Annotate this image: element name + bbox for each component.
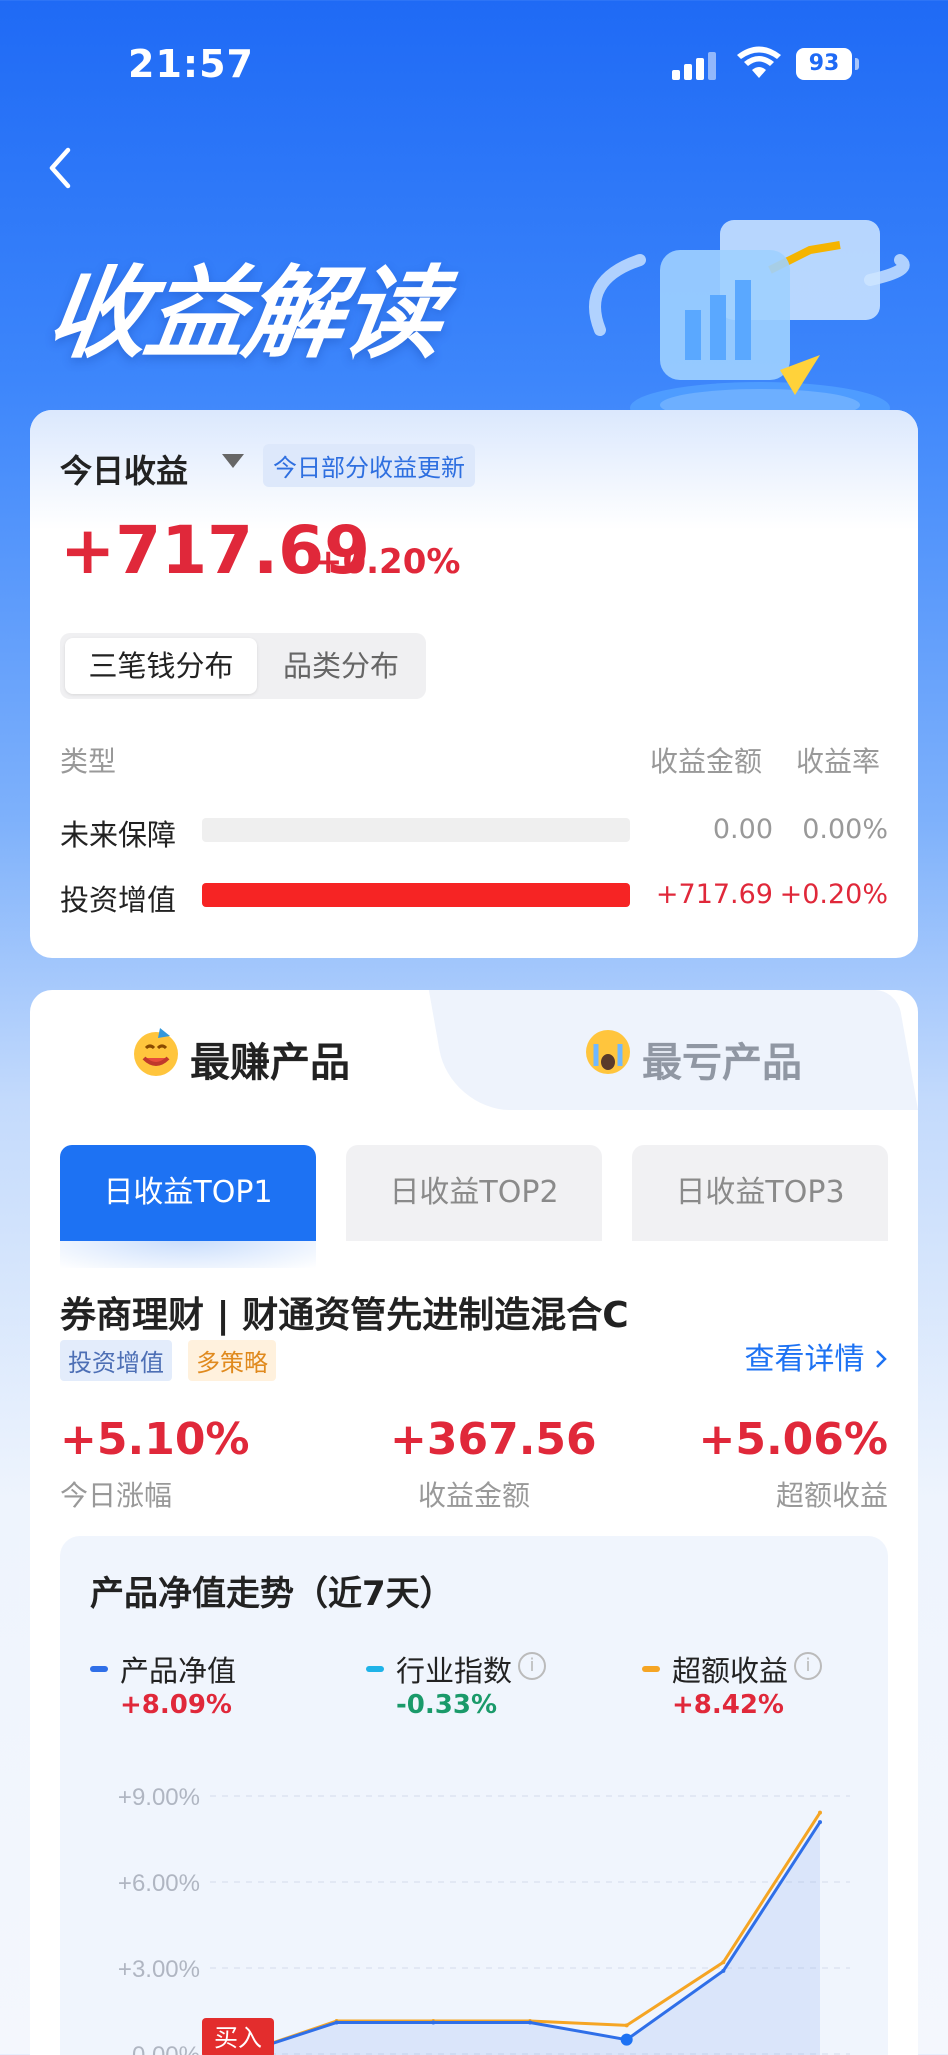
row-rate-future-protection: 0.00% [802,814,888,845]
highlight-point [620,2033,633,2046]
legend-excess-return-value: +8.42% [672,1690,784,1720]
segment-three-funds[interactable]: 三笔钱分布 [65,638,257,694]
view-details-label: 查看详情 [744,1342,865,1377]
today-earnings-rate: +0.20% [314,542,461,582]
data-point [721,1968,726,1973]
legend-product-nav-value: +8.09% [120,1690,232,1720]
stat-earnings-amount: +367.56 [390,1414,597,1465]
bar-investment-growth [202,883,630,907]
data-point [528,2020,532,2025]
legend-excess-return-name: 超额收益 [672,1654,789,1688]
wifi-icon [737,46,781,78]
view-details-link[interactable]: 查看详情 [744,1334,888,1378]
stat-today-change-label: 今日涨幅 [60,1479,173,1512]
excess-return-info-icon[interactable]: i [794,1652,822,1680]
party-face-icon [134,1028,178,1076]
y-tick-label: +9.00% [118,1784,200,1811]
stat-excess-return: +5.06% [698,1414,888,1465]
column-header-type: 类型 [60,745,117,778]
column-header-amount: 收益金额 [650,745,763,778]
row-amount-investment-growth: +717.69 [655,879,773,910]
chart-title: 产品净值走势（近7天） [90,1574,454,1614]
status-time: 21:57 [128,42,254,86]
row-label-investment-growth: 投资增值 [60,883,177,917]
status-bar: 21:57 93 [0,0,948,130]
y-tick-label: +3.00% [118,1956,200,1983]
y-tick-label: +6.00% [118,1870,200,1897]
top3-button[interactable]: 日收益TOP3 [632,1145,888,1241]
nav-trend-chart-card: 产品净值走势（近7天） 产品净值 +8.09% 行业指数 -0.33% i 超额… [60,1536,888,2055]
legend-industry-index-name: 行业指数 [396,1654,513,1688]
segment-category[interactable]: 品类分布 [260,638,422,694]
data-point [818,1810,822,1815]
crying-face-icon [586,1030,630,1074]
battery-indicator: 93 [796,48,859,80]
row-rate-investment-growth: +0.20% [779,879,888,910]
tab-best-product-label: 最赚产品 [190,1040,350,1086]
cellular-signal-icon [672,52,720,80]
update-badge: 今日部分收益更新 [263,444,475,487]
stat-excess-return-label: 超额收益 [775,1479,888,1512]
data-point [431,2020,436,2025]
industry-index-info-icon[interactable]: i [518,1652,546,1680]
top1-button[interactable]: 日收益TOP1 [60,1145,316,1241]
nav-trend-chart: +9.00% +6.00% +3.00% 0.00% 买入 [118,1784,850,2055]
product-title[interactable]: 券商理财 | 财通资管先进制造混合C [60,1286,629,1338]
tag-investment-growth: 投资增值 [60,1340,172,1381]
y-tick-label: 0.00% [132,2042,200,2055]
page-title: 收益解读 [40,255,449,372]
row-label-future-protection: 未来保障 [60,818,177,852]
tab-worst-product-label: 最亏产品 [642,1040,802,1086]
distribution-segment-control: 三笔钱分布 品类分布 [60,633,426,699]
row-amount-future-protection: 0.00 [712,814,773,845]
stat-earnings-amount-label: 收益金额 [417,1479,530,1512]
legend-industry-index-value: -0.33% [396,1690,497,1720]
column-header-rate: 收益率 [796,745,881,778]
stat-today-change: +5.10% [60,1414,250,1465]
back-arrow-icon[interactable] [38,138,82,198]
tag-multi-strategy: 多策略 [188,1340,276,1381]
top2-button[interactable]: 日收益TOP2 [346,1145,602,1241]
data-point [721,1960,726,1965]
data-point [334,2020,339,2025]
today-earnings-card: 今日收益 今日部分收益更新 +717.69 +0.20% 三笔钱分布 品类分布 … [30,410,918,958]
product-ranking-card: 最赚产品 最亏产品 日收益TOP1 日收益TOP2 日收益TOP3 券商理财 |… [30,990,918,2055]
caret-down-icon[interactable] [222,454,244,468]
legend-product-nav-name: 产品净值 [120,1654,237,1688]
buy-marker-label: 买入 [214,2024,262,2052]
data-point [624,2023,629,2028]
data-point [818,1820,822,1825]
bar-future-protection [202,818,630,842]
chevron-right-icon [876,1350,887,1368]
today-earnings-label[interactable]: 今日收益 [60,446,188,492]
